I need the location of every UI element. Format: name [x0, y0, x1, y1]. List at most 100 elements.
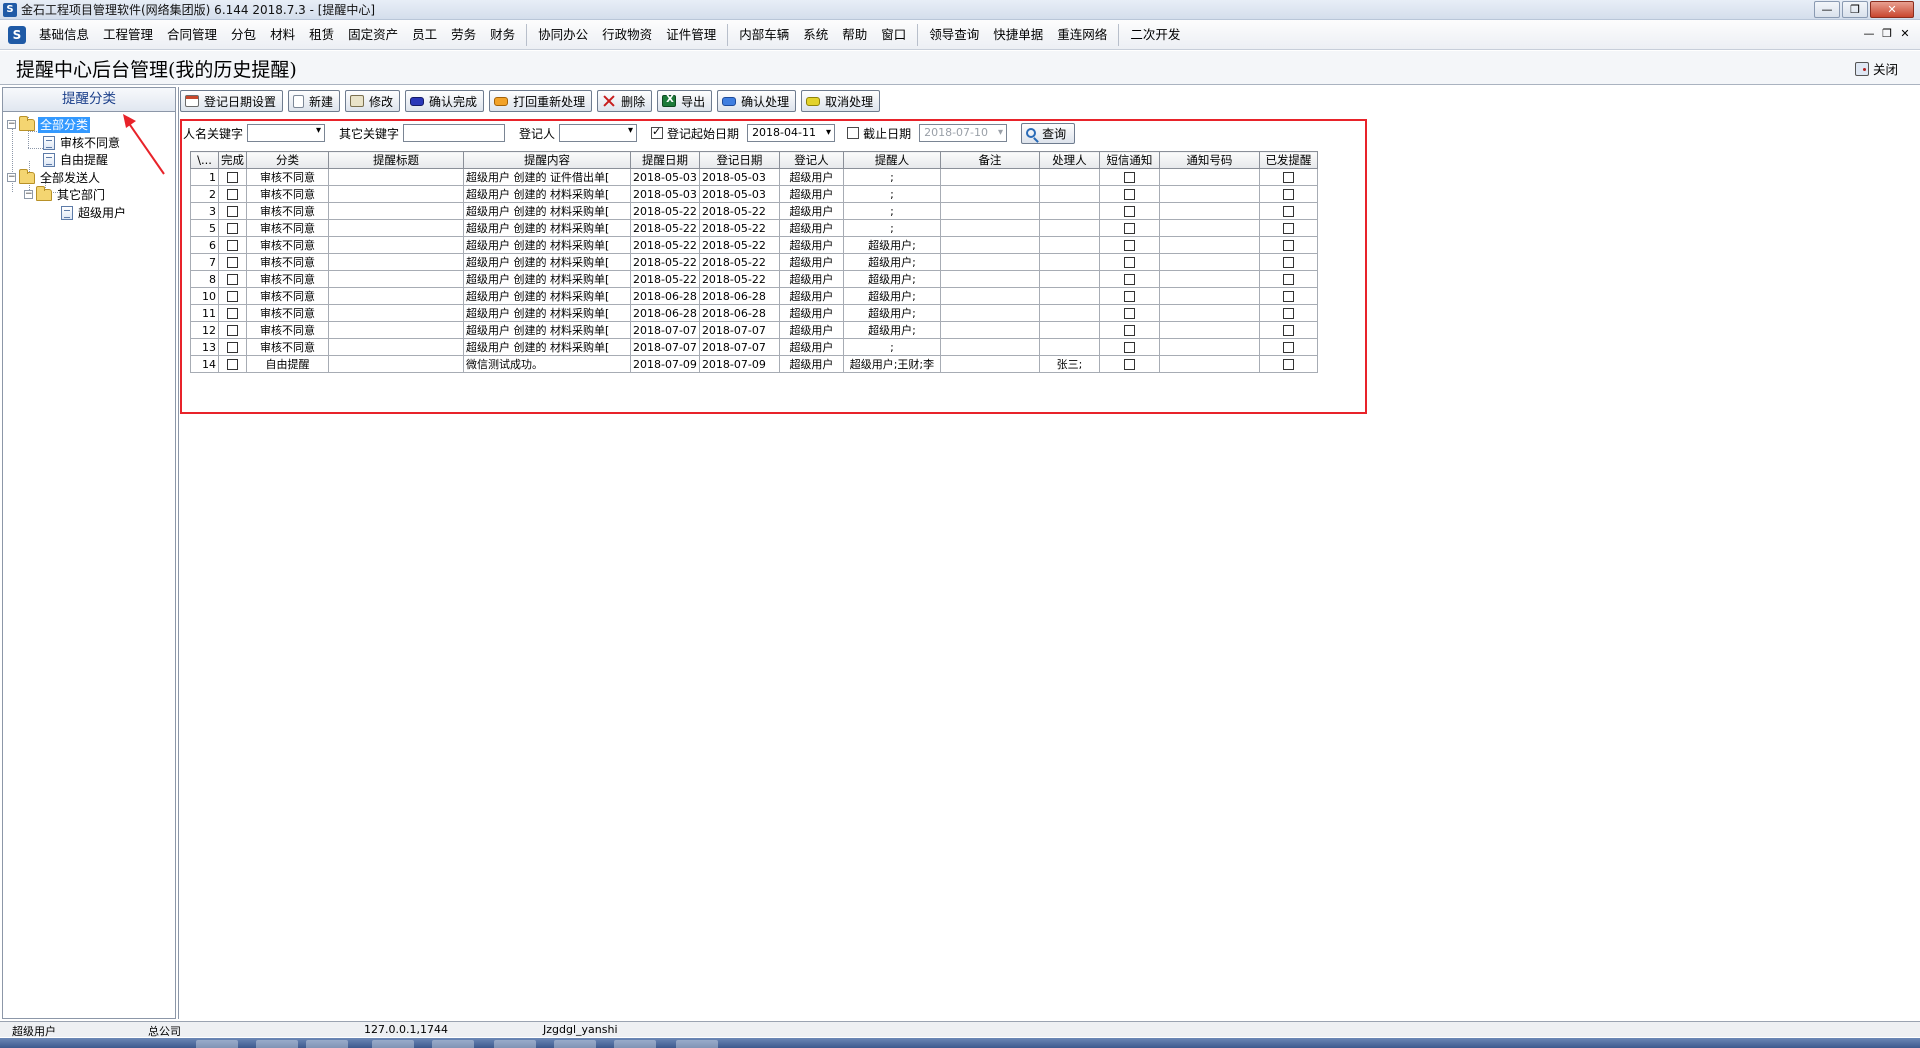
row-number-cell[interactable]: 11 [190, 304, 219, 322]
confirm-complete-button[interactable]: 确认完成 [405, 90, 485, 112]
handler-cell[interactable] [1038, 287, 1100, 305]
content-cell[interactable]: 超级用户 创建的 材料采购单[ [463, 185, 631, 203]
table-row[interactable]: 7 审核不同意 超级用户 创建的 材料采购单[2018-05-22 2018-05-2… [190, 253, 1318, 271]
checkbox[interactable] [1282, 359, 1294, 370]
checkbox[interactable] [227, 274, 238, 285]
checkbox[interactable] [1282, 308, 1294, 319]
checkbox[interactable] [227, 223, 238, 234]
phone-cell[interactable] [1158, 185, 1260, 203]
table-row[interactable]: 11 审核不同意 超级用户 创建的 材料采购单[2018-06-28 2018-06-… [190, 304, 1318, 322]
checkbox[interactable] [1282, 223, 1294, 234]
note-cell[interactable] [939, 270, 1040, 288]
register-date-cell[interactable]: 2018-05-22 [698, 236, 780, 254]
handler-cell[interactable] [1038, 304, 1100, 322]
checkbox[interactable] [1282, 325, 1294, 336]
menu-quick-documents[interactable]: 快捷单据 [986, 20, 1050, 50]
content-cell[interactable]: 超级用户 创建的 材料采购单[ [463, 304, 631, 322]
registrant-select[interactable] [559, 124, 638, 142]
taskbar-item[interactable] [306, 1040, 348, 1048]
start-date-picker[interactable]: 2018-04-11 [747, 124, 836, 142]
content-cell[interactable]: 超级用户 创建的 材料采购单[ [463, 287, 631, 305]
title-cell[interactable] [328, 304, 464, 322]
checkbox[interactable] [1282, 189, 1294, 200]
registrant-cell[interactable]: 超级用户 [778, 168, 844, 186]
category-cell[interactable]: 审核不同意 [246, 338, 329, 356]
checkbox[interactable] [227, 291, 238, 302]
reminder-cell[interactable]: 超级用户; [842, 287, 941, 305]
column-header[interactable]: 处理人 [1038, 151, 1100, 169]
register-date-cell[interactable]: 2018-07-07 [698, 321, 780, 339]
content-cell[interactable]: 超级用户 创建的 材料采购单[ [463, 236, 631, 254]
checkbox[interactable] [1123, 206, 1135, 217]
handler-cell[interactable] [1038, 185, 1100, 203]
note-cell[interactable] [939, 168, 1040, 186]
registrant-cell[interactable]: 超级用户 [778, 355, 844, 373]
checkbox[interactable] [1282, 274, 1294, 285]
row-number-cell[interactable]: 14 [190, 355, 219, 373]
title-cell[interactable] [328, 168, 464, 186]
phone-cell[interactable] [1158, 287, 1260, 305]
collapse-icon[interactable]: − [24, 190, 33, 199]
end-date-checkbox[interactable] [847, 127, 860, 139]
content-cell[interactable]: 超级用户 创建的 材料采购单[ [463, 253, 631, 271]
mdi-minimize-button[interactable]: — [1860, 24, 1878, 42]
menu-project-management[interactable]: 工程管理 [96, 20, 160, 50]
checkbox[interactable] [1123, 223, 1135, 234]
remind-date-cell[interactable]: 2018-05-03 [630, 185, 700, 203]
content-cell[interactable]: 超级用户 创建的 材料采购单[ [463, 202, 631, 220]
row-number-cell[interactable]: 10 [190, 287, 219, 305]
column-header[interactable]: 提醒标题 [328, 151, 464, 169]
close-window-button[interactable]: ✕ [1870, 1, 1914, 18]
registrant-cell[interactable]: 超级用户 [778, 202, 844, 220]
row-number-cell[interactable]: 3 [190, 202, 219, 220]
registrant-cell[interactable]: 超级用户 [778, 338, 844, 356]
registrant-cell[interactable]: 超级用户 [778, 253, 844, 271]
row-number-cell[interactable]: 8 [190, 270, 219, 288]
remind-date-cell[interactable]: 2018-07-07 [630, 338, 700, 356]
table-row[interactable]: 6 审核不同意 超级用户 创建的 材料采购单[2018-05-22 2018-05-2… [190, 236, 1318, 254]
row-number-cell[interactable]: 5 [190, 219, 219, 237]
note-cell[interactable] [939, 338, 1040, 356]
remind-date-cell[interactable]: 2018-05-22 [630, 253, 700, 271]
checkbox[interactable] [227, 172, 238, 183]
checkbox[interactable] [1123, 342, 1135, 353]
table-row[interactable]: 5 审核不同意 超级用户 创建的 材料采购单[2018-05-22 2018-05-2… [190, 219, 1318, 237]
checkbox[interactable] [1282, 172, 1294, 183]
table-row[interactable]: 10 审核不同意 超级用户 创建的 材料采购单[2018-06-28 2018-06-… [190, 287, 1318, 305]
minimize-button[interactable]: — [1814, 1, 1840, 18]
checkbox[interactable] [1123, 240, 1135, 251]
column-header[interactable]: \... [190, 151, 219, 169]
checkbox[interactable] [227, 206, 238, 217]
phone-cell[interactable] [1158, 219, 1260, 237]
handler-cell[interactable] [1038, 202, 1100, 220]
table-row[interactable]: 2 审核不同意 超级用户 创建的 材料采购单[2018-05-03 2018-05-0… [190, 185, 1318, 203]
title-cell[interactable] [328, 321, 464, 339]
register-date-cell[interactable]: 2018-06-28 [698, 287, 780, 305]
title-cell[interactable] [328, 338, 464, 356]
menu-contract-management[interactable]: 合同管理 [160, 20, 224, 50]
title-cell[interactable] [328, 270, 464, 288]
export-button[interactable]: 导出 [657, 90, 713, 112]
mdi-restore-button[interactable]: ❐ [1878, 24, 1896, 42]
column-header[interactable]: 短信通知 [1098, 151, 1160, 169]
title-cell[interactable] [328, 236, 464, 254]
checkbox[interactable] [227, 240, 238, 251]
handler-cell[interactable] [1038, 253, 1100, 271]
registrant-cell[interactable]: 超级用户 [778, 185, 844, 203]
category-cell[interactable]: 审核不同意 [246, 287, 329, 305]
checkbox[interactable] [1123, 325, 1135, 336]
registrant-cell[interactable]: 超级用户 [778, 236, 844, 254]
return-reprocess-button[interactable]: 打回重新处理 [489, 90, 593, 112]
checkbox[interactable] [227, 257, 238, 268]
registrant-cell[interactable]: 超级用户 [778, 287, 844, 305]
start-date-checkbox[interactable] [651, 125, 664, 139]
handler-cell[interactable] [1038, 219, 1100, 237]
menu-leasing[interactable]: 租赁 [302, 20, 341, 50]
close-page-button[interactable]: 关闭 [1854, 59, 1898, 78]
taskbar-item[interactable] [196, 1040, 238, 1048]
menu-employees[interactable]: 员工 [405, 20, 444, 50]
tree-node-free-reminder[interactable]: 自由提醒 [43, 151, 110, 168]
tree-node-all-senders[interactable]: − 全部发送人 [7, 168, 102, 186]
row-number-cell[interactable]: 7 [190, 253, 219, 271]
reminder-cell[interactable]: 超级用户; [842, 321, 941, 339]
